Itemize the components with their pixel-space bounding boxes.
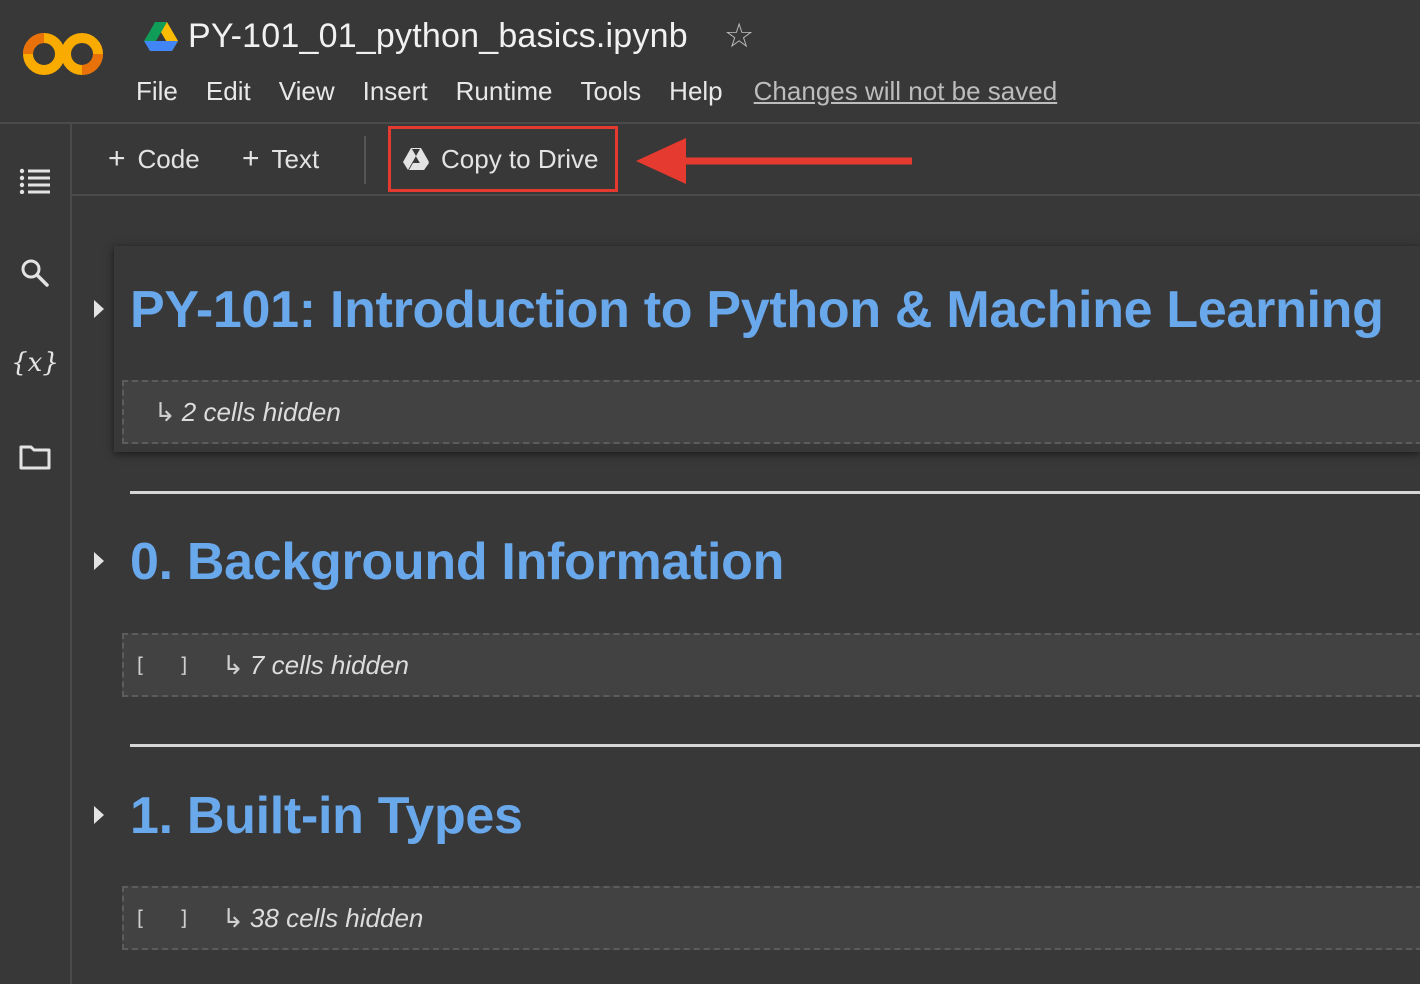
variables-icon[interactable]: {x}	[11, 346, 59, 380]
google-drive-icon	[403, 148, 429, 170]
plus-icon: +	[242, 142, 260, 175]
menu-help[interactable]: Help	[669, 76, 722, 107]
folder-icon[interactable]	[18, 440, 52, 474]
hidden-cells-label: 7 cells hidden	[249, 649, 409, 680]
menu-insert[interactable]: Insert	[363, 76, 428, 107]
left-rail: {x}	[0, 124, 72, 984]
section-divider	[130, 744, 1420, 747]
hidden-cells-label: 38 cells hidden	[249, 902, 424, 933]
search-icon[interactable]	[18, 256, 52, 290]
caret-right-icon[interactable]	[92, 804, 106, 826]
title-row: PY-101_01_python_basics.ipynb ☆	[144, 14, 754, 58]
hidden-cells-indicator[interactable]: [ ] ↳ 7 cells hidden	[122, 633, 1420, 697]
copy-to-drive-button[interactable]: Copy to Drive	[388, 126, 618, 192]
unsaved-notice-link[interactable]: Changes will not be saved	[754, 76, 1058, 107]
menu-view[interactable]: View	[279, 76, 335, 107]
return-arrow-icon: ↳	[222, 649, 244, 680]
menu-tools[interactable]: Tools	[580, 76, 641, 107]
add-code-cell-button[interactable]: + Code	[108, 140, 200, 178]
run-cell-brackets[interactable]: [ ]	[134, 906, 200, 930]
return-arrow-icon: ↳	[154, 396, 176, 427]
section-heading: PY-101: Introduction to Python & Machine…	[130, 281, 1384, 339]
toolbar-divider	[364, 136, 366, 184]
hidden-cells-label: 2 cells hidden	[181, 396, 341, 427]
table-of-contents-icon[interactable]	[18, 164, 52, 198]
add-text-cell-button[interactable]: + Text	[242, 140, 319, 178]
menu-edit[interactable]: Edit	[206, 76, 251, 107]
caret-right-icon[interactable]	[92, 298, 106, 320]
caret-right-icon[interactable]	[92, 550, 106, 572]
menu-file[interactable]: File	[136, 76, 178, 107]
menu-runtime[interactable]: Runtime	[456, 76, 553, 107]
run-cell-brackets[interactable]: [ ]	[134, 653, 200, 677]
notebook-title[interactable]: PY-101_01_python_basics.ipynb	[188, 17, 688, 56]
hidden-cells-indicator[interactable]: [ ] ↳ 38 cells hidden	[122, 886, 1420, 950]
menu-bar: File Edit View Insert Runtime Tools Help…	[136, 72, 1057, 110]
add-text-label: Text	[271, 143, 320, 174]
section-heading: 1. Built-in Types	[130, 787, 523, 845]
add-code-label: Code	[137, 143, 200, 174]
annotation-arrow	[636, 138, 912, 184]
return-arrow-icon: ↳	[222, 902, 244, 933]
header: PY-101_01_python_basics.ipynb ☆ File Edi…	[0, 0, 1420, 124]
plus-icon: +	[108, 142, 126, 175]
copy-to-drive-label: Copy to Drive	[441, 143, 599, 174]
section-divider	[130, 491, 1420, 494]
section-heading: 0. Background Information	[130, 533, 785, 591]
star-icon[interactable]: ☆	[724, 19, 754, 53]
colab-logo[interactable]	[22, 26, 106, 82]
hidden-cells-indicator[interactable]: ↳ 2 cells hidden	[122, 380, 1420, 444]
google-drive-icon	[144, 22, 178, 51]
